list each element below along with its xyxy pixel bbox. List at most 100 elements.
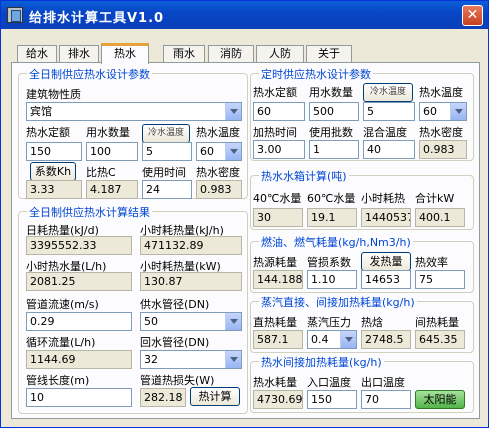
coef-kh-button[interactable]: 系数Kh [30,162,76,181]
direct-label: 直热耗量 [253,316,297,329]
tank-hourly-heat-value: 1440537. [361,208,411,227]
group-title: 全日制供应热水计算结果 [27,204,152,220]
w60-value: 19.1 [307,208,357,227]
units-label: 用水数量 [86,126,130,139]
full-day-params-group: 全日制供应热水设计参数 建筑物性质 宾馆 热水定额 用水数量 冷水温度 热水温度… [18,66,248,199]
mix-temp-label: 混合温度 [363,126,407,139]
tab-fire[interactable]: 消防 [208,45,254,63]
group-title: 燃油、燃气耗量(kg/h,Nm3/h) [259,234,413,250]
circ-flow-label: 循环流量(L/h) [26,336,96,349]
return-dia-label: 回水管径(DN) [140,336,210,349]
inlet-temp-label: 入口温度 [307,376,351,389]
tab-water-supply[interactable]: 给水 [17,45,57,63]
direct-value: 587.1 [253,330,303,349]
calorific-button[interactable]: 发热量 [361,252,411,271]
heat-time-input[interactable]: 3.00 [253,140,305,159]
heat-time-label: 加热时间 [253,126,297,139]
consumption-label: 热水耗量 [253,376,297,389]
steam-group: 蒸汽直接、间接加热耗量(kg/h) 直热耗量 蒸汽压力 热焓 间热耗量 587.… [250,294,474,353]
indirect-water-group: 热水间接加热耗量(kg/h) 热水耗量 入口温度 出口温度 4730.69 15… [250,354,474,413]
full-day-results-group: 全日制供应热水计算结果 日耗热量(kJ/d) 小时耗热量(kJ/h) 33955… [18,204,248,414]
supply-dia-value: 50 [144,315,158,328]
timed-hot-temp-select[interactable]: 60 [419,102,467,121]
cold-temp-button[interactable]: 冷水温度 [142,124,190,143]
mix-temp-input[interactable]: 40 [363,140,415,159]
close-icon: ✕ [466,7,479,23]
w60-label: 60℃水量 [307,192,356,205]
circ-flow-value: 1144.69 [26,350,132,369]
hourly-heat-value: 471132.89 [140,236,242,255]
chevron-down-icon[interactable] [225,143,241,160]
timed-density-value: 0.983 [419,140,467,159]
hot-temp-label: 热水温度 [196,126,240,139]
hot-temp-value: 60 [200,145,214,158]
title-bar[interactable]: 给排水计算工具V1.0 ✕ [1,1,488,29]
indirect-value: 645.35 [415,330,465,349]
hot-temp-select[interactable]: 60 [196,142,242,161]
building-type-select[interactable]: 宾馆 [26,102,242,121]
timed-quota-label: 热水定额 [253,86,297,99]
group-title: 蒸汽直接、间接加热耗量(kg/h) [259,294,417,310]
tank-group: 热水水箱计算(吨) 40℃水量 60℃水量 小时耗热 合计kW 30 19.1 … [250,168,474,230]
solar-button[interactable]: 太阳能 [415,390,465,409]
timed-quota-input[interactable]: 60 [253,102,305,121]
tab-about[interactable]: 关于 [306,45,352,63]
tab-hot-water[interactable]: 热水 [101,43,149,64]
tab-civil-defense[interactable]: 人防 [256,45,304,63]
outlet-temp-input[interactable]: 70 [361,390,411,409]
timed-density-label: 热水密度 [419,126,463,139]
w40-label: 40℃水量 [253,192,302,205]
calorific-input[interactable]: 14653 [361,270,411,289]
efficiency-input[interactable]: 75 [415,270,465,289]
tab-drainage[interactable]: 排水 [59,45,99,63]
cold-temp-input[interactable]: 5 [142,142,192,161]
quota-input[interactable]: 150 [26,142,82,161]
chevron-down-icon[interactable] [450,103,466,120]
efficiency-label: 热效率 [415,256,448,269]
timed-units-input[interactable]: 500 [309,102,359,121]
use-time-label: 使用时间 [142,166,186,179]
density-value: 0.983 [196,180,242,199]
enthalpy-value: 2748.5 [361,330,411,349]
pipe-length-input[interactable]: 10 [26,388,132,407]
pipe-loss-coef-input[interactable]: 1.10 [307,270,357,289]
quota-label: 热水定额 [26,126,70,139]
pipe-loss-value: 282.18 [140,388,186,407]
group-title: 全日制供应热水设计参数 [27,66,152,82]
timed-cold-temp-button[interactable]: 冷水温度 [363,83,413,102]
supply-dia-select[interactable]: 50 [140,312,242,331]
batch-label: 使用批数 [309,126,353,139]
density-label: 热水密度 [196,166,240,179]
timed-hot-temp-label: 热水温度 [419,86,463,99]
batch-input[interactable]: 1 [309,140,359,159]
total-kw-value: 400.1 [415,208,465,227]
pressure-select[interactable]: 0.4 [307,330,357,349]
hourly-heat-kw-value: 130.87 [140,272,242,291]
heat-calc-button[interactable]: 热计算 [190,387,240,406]
total-kw-label: 合计kW [415,192,455,205]
pipe-length-label: 管线长度(m) [26,374,90,387]
return-dia-select[interactable]: 32 [140,350,242,369]
chevron-down-icon[interactable] [340,331,356,348]
group-title: 定时供应热水设计参数 [259,66,373,82]
chevron-down-icon[interactable] [225,103,241,120]
app-window: 给排水计算工具V1.0 ✕ 给水 排水 热水 雨水 消防 人防 关于 全日制供应… [0,0,489,428]
tank-hourly-heat-label: 小时耗热 [361,192,405,205]
timed-hot-temp-value: 60 [423,105,437,118]
timed-cold-temp-input[interactable]: 5 [363,102,415,121]
close-button[interactable]: ✕ [462,5,483,26]
units-input[interactable]: 100 [86,142,138,161]
use-time-input[interactable]: 24 [142,180,192,199]
enthalpy-label: 热焓 [361,316,383,329]
consumption-value: 4730.69 [253,390,303,409]
chevron-down-icon[interactable] [225,313,241,330]
timed-units-label: 用水数量 [309,86,353,99]
flow-speed-input[interactable]: 0.29 [26,312,132,331]
tab-rainwater[interactable]: 雨水 [163,45,205,63]
specific-heat-value: 4.187 [86,180,138,199]
chevron-down-icon[interactable] [225,351,241,368]
heat-source-value: 144.188 [253,270,303,289]
inlet-temp-input[interactable]: 150 [307,390,357,409]
outlet-temp-label: 出口温度 [361,376,405,389]
group-title: 热水间接加热耗量(kg/h) [259,354,384,370]
